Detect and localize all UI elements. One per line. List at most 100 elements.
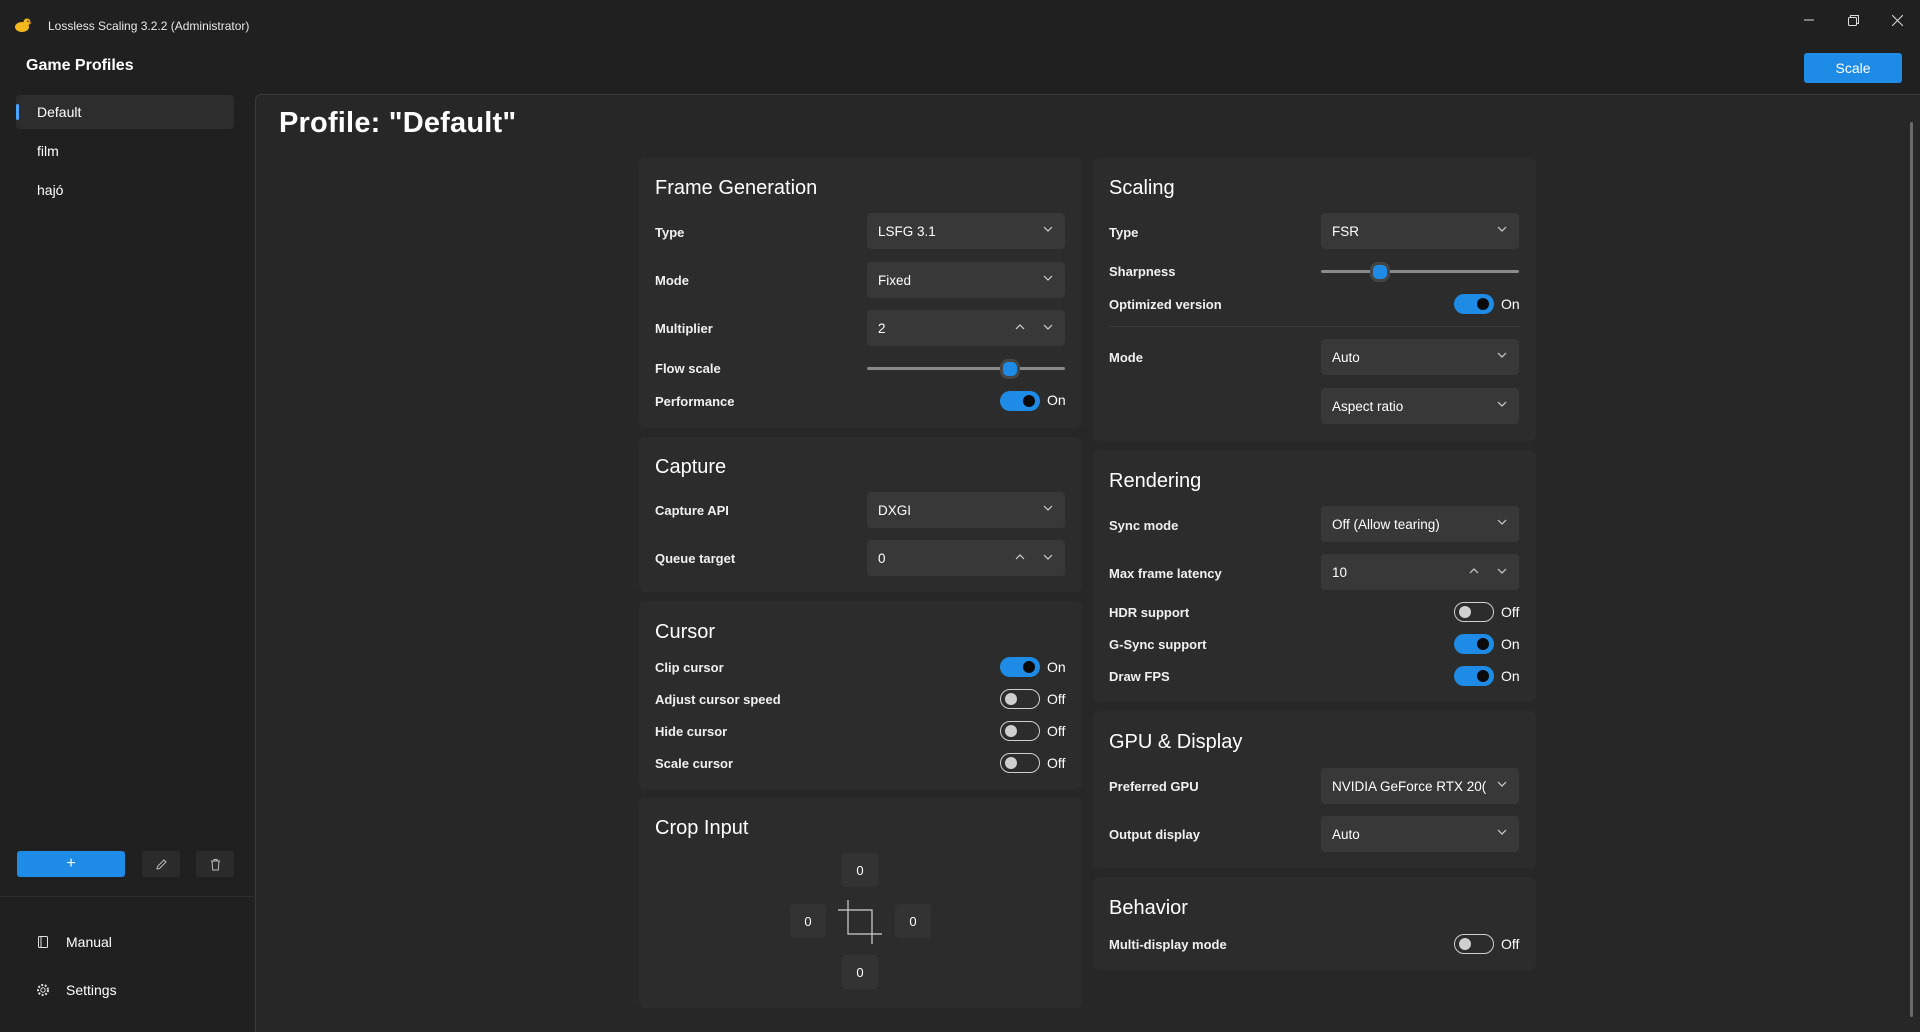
profile-item-hajo[interactable]: hajó <box>16 173 234 207</box>
toggle-knob <box>1023 395 1035 407</box>
gsync-support-toggle[interactable] <box>1454 634 1494 654</box>
rename-profile-button[interactable] <box>142 851 180 877</box>
minimize-button[interactable] <box>1786 8 1832 32</box>
card-title: Cursor <box>655 621 716 643</box>
setting-label: Scale cursor <box>655 756 734 771</box>
toggle-state: Off <box>1501 604 1520 620</box>
setting-label: Hide cursor <box>655 724 728 739</box>
card-title: Crop Input <box>655 817 749 839</box>
stepper-value: 2 <box>878 320 886 336</box>
dropdown-value: FSR <box>1332 223 1359 239</box>
toggle-knob <box>1477 670 1489 682</box>
multiplier-stepper[interactable]: 2 <box>867 310 1065 346</box>
clip-cursor-toggle[interactable] <box>1000 657 1040 677</box>
multi-display-mode-toggle[interactable] <box>1454 934 1494 954</box>
hide-cursor-toggle[interactable] <box>1000 721 1040 741</box>
setting-label: Mode <box>1109 350 1143 365</box>
setting-label: Type <box>655 225 685 240</box>
add-profile-button[interactable]: + <box>17 851 125 877</box>
scaling-mode-dropdown[interactable]: Auto <box>1321 339 1519 375</box>
chevron-down-icon[interactable] <box>1043 552 1053 562</box>
flow-scale-slider[interactable] <box>867 367 1065 370</box>
fg-type-dropdown[interactable]: LSFG 3.1 <box>867 213 1065 249</box>
chevron-up-icon[interactable] <box>1015 322 1025 332</box>
dropdown-value: LSFG 3.1 <box>878 223 936 239</box>
dropdown-value: Auto <box>1332 349 1360 365</box>
toggle-knob <box>1459 606 1471 618</box>
profile-item-film[interactable]: film <box>16 134 234 168</box>
chevron-down-icon[interactable] <box>1043 322 1053 332</box>
setting-label: Draw FPS <box>1109 669 1170 684</box>
scaling-card: Scaling Type FSR Sharpness Optimized ver… <box>1093 158 1536 441</box>
dropdown-value: NVIDIA GeForce RTX 20( <box>1332 778 1487 794</box>
setting-label: Adjust cursor speed <box>655 692 781 707</box>
behavior-card: Behavior Multi-display mode Off <box>1093 877 1536 970</box>
gpu-display-card: GPU & Display Preferred GPU NVIDIA GeFor… <box>1093 711 1536 868</box>
preferred-gpu-dropdown[interactable]: NVIDIA GeForce RTX 20( <box>1321 768 1519 804</box>
profile-label: film <box>37 143 59 159</box>
cursor-card: Cursor Clip cursor On Adjust cursor spee… <box>639 601 1082 789</box>
profile-item-default[interactable]: Default <box>16 95 234 129</box>
setting-label: Sharpness <box>1109 264 1176 279</box>
crop-right-input[interactable]: 0 <box>895 904 931 938</box>
adjust-cursor-speed-toggle[interactable] <box>1000 689 1040 709</box>
toggle-knob <box>1005 757 1017 769</box>
stepper-value: 10 <box>1332 564 1348 580</box>
chevron-down-icon[interactable] <box>1497 566 1507 576</box>
chevron-up-icon[interactable] <box>1015 552 1025 562</box>
window-title: Lossless Scaling 3.2.2 (Administrator) <box>48 19 250 33</box>
crop-icon <box>838 900 882 944</box>
aspect-ratio-dropdown[interactable]: Aspect ratio <box>1321 388 1519 424</box>
sharpness-slider[interactable] <box>1321 270 1519 273</box>
crop-top-input[interactable]: 0 <box>842 853 878 887</box>
crop-bottom-input[interactable]: 0 <box>842 955 878 989</box>
dropdown-value: Fixed <box>878 272 912 288</box>
toggle-knob <box>1477 638 1489 650</box>
sharpness-thumb[interactable] <box>1370 262 1391 282</box>
setting-label: Capture API <box>655 503 729 518</box>
page-title: Profile: "Default" <box>279 107 517 139</box>
card-title: Frame Generation <box>655 177 818 199</box>
nav-item-settings[interactable]: Settings <box>36 982 117 998</box>
queue-target-stepper[interactable]: 0 <box>867 540 1065 576</box>
setting-label: Clip cursor <box>655 660 724 675</box>
crop-left-input[interactable]: 0 <box>790 904 826 938</box>
capture-api-dropdown[interactable]: DXGI <box>867 492 1065 528</box>
gear-icon <box>37 984 49 996</box>
setting-label: Type <box>1109 225 1139 240</box>
scale-cursor-toggle[interactable] <box>1000 753 1040 773</box>
delete-profile-button[interactable] <box>196 851 234 877</box>
chevron-up-icon[interactable] <box>1469 566 1479 576</box>
crop-input-card: Crop Input 0 0 0 0 <box>639 798 1082 1008</box>
main-panel <box>255 94 1920 1032</box>
dropdown-value: DXGI <box>878 502 912 518</box>
stepper-value: 0 <box>878 550 886 566</box>
sync-mode-dropdown[interactable]: Off (Allow tearing) <box>1321 506 1519 542</box>
performance-toggle[interactable] <box>1000 391 1040 411</box>
optimized-version-toggle[interactable] <box>1454 294 1494 314</box>
chevron-down-icon <box>1043 226 1053 232</box>
setting-label: HDR support <box>1109 605 1190 620</box>
draw-fps-toggle[interactable] <box>1454 666 1494 686</box>
toggle-state: Off <box>1047 691 1066 707</box>
toggle-state: Off <box>1047 723 1066 739</box>
rendering-card: Rendering Sync mode Off (Allow tearing) … <box>1093 450 1536 702</box>
scaling-type-dropdown[interactable]: FSR <box>1321 213 1519 249</box>
toggle-state: On <box>1501 668 1520 684</box>
dropdown-value: Aspect ratio <box>1332 398 1404 414</box>
card-divider <box>1109 326 1520 327</box>
restore-button[interactable] <box>1830 8 1876 32</box>
card-title: GPU & Display <box>1109 731 1243 753</box>
setting-label: Output display <box>1109 827 1200 842</box>
flow-scale-thumb[interactable] <box>999 359 1020 379</box>
max-frame-latency-stepper[interactable]: 10 <box>1321 554 1519 590</box>
hdr-support-toggle[interactable] <box>1454 602 1494 622</box>
nav-item-manual[interactable]: Manual <box>36 934 112 950</box>
close-icon <box>1891 14 1903 26</box>
scale-button[interactable]: Scale <box>1804 53 1902 83</box>
card-title: Scaling <box>1109 177 1175 199</box>
scrollbar[interactable] <box>1910 122 1913 1017</box>
close-button[interactable] <box>1874 8 1920 32</box>
fg-mode-dropdown[interactable]: Fixed <box>867 262 1065 298</box>
output-display-dropdown[interactable]: Auto <box>1321 816 1519 852</box>
